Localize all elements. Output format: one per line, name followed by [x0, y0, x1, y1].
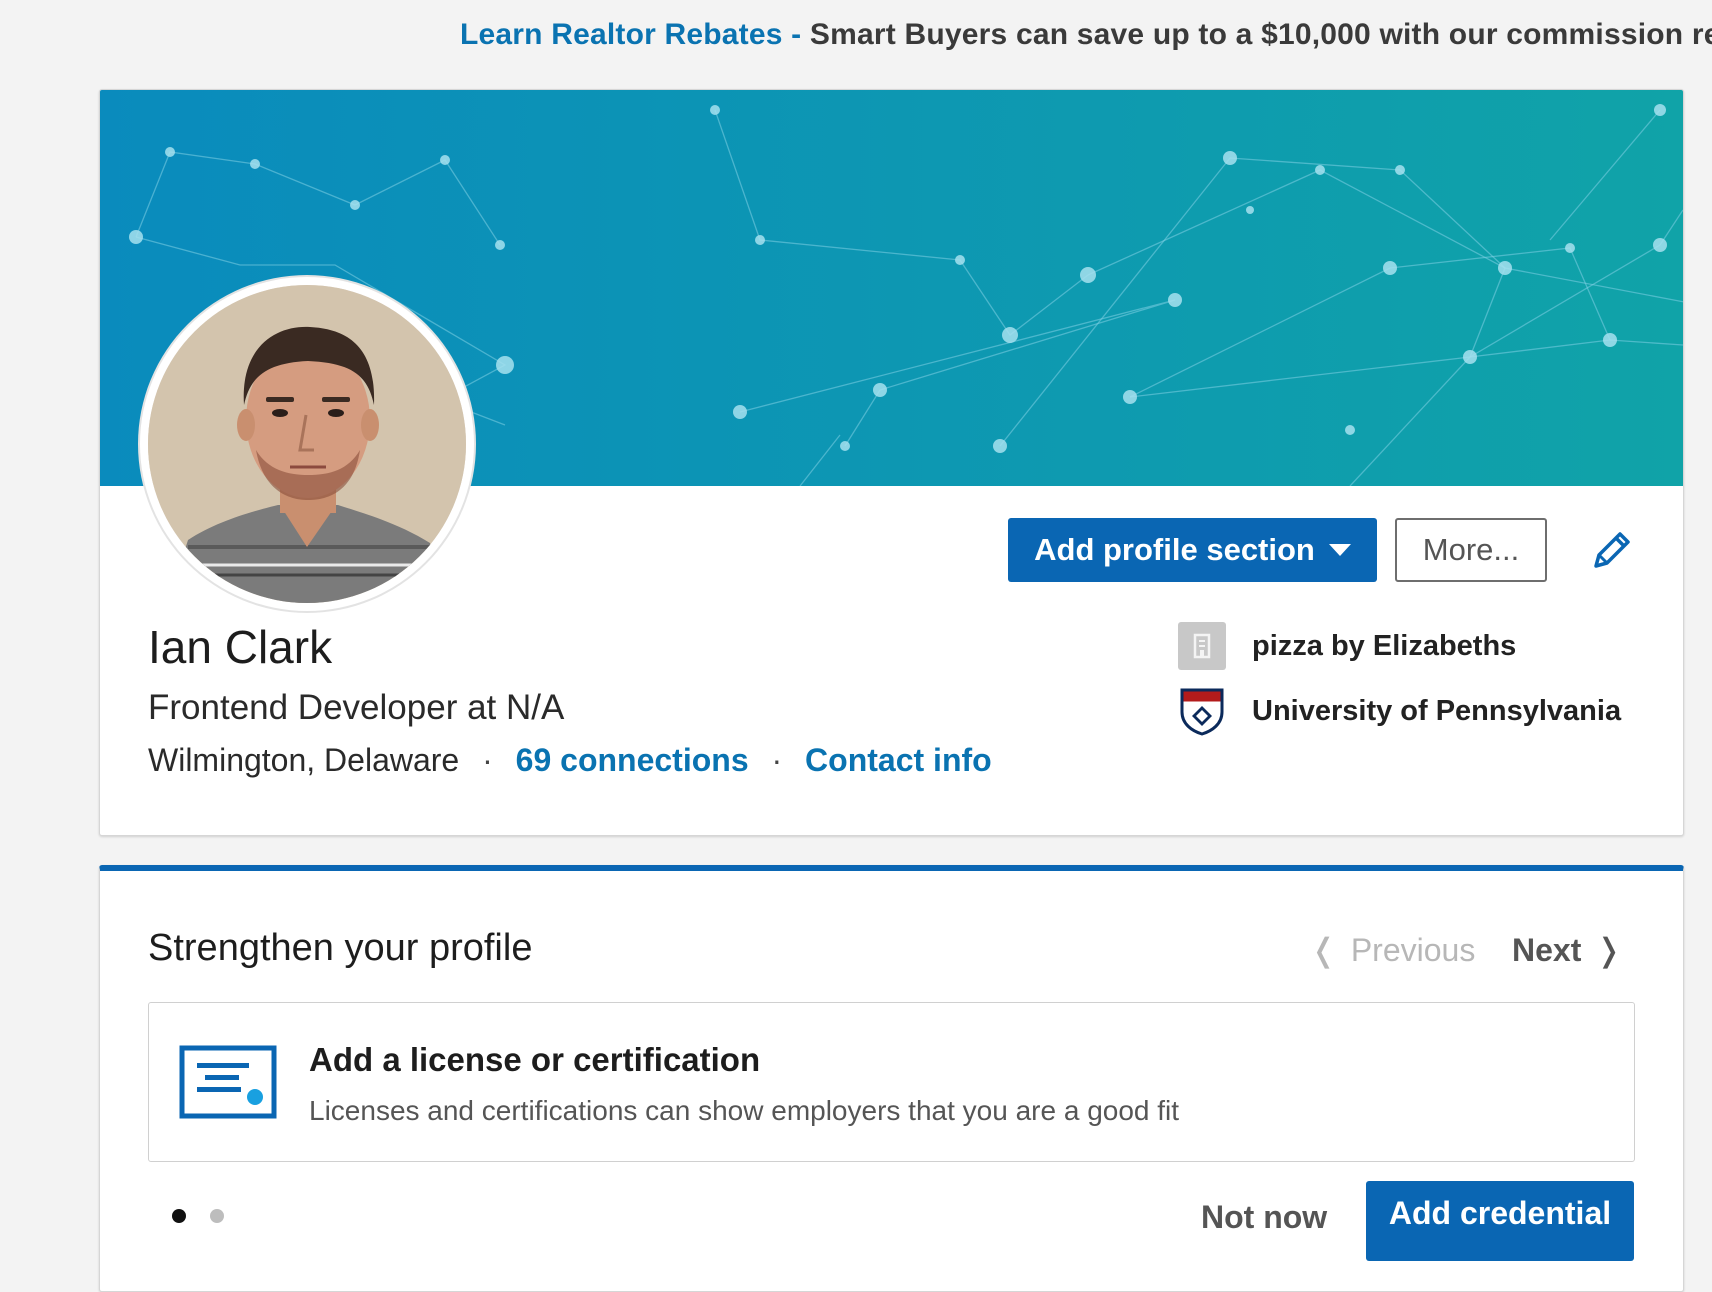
separator: · [771, 742, 783, 778]
ad-link[interactable]: Learn Realtor Rebates - [460, 18, 801, 51]
pagination-dot[interactable] [210, 1209, 224, 1223]
add-credential-button[interactable]: Add credential [1366, 1181, 1634, 1261]
not-now-button[interactable]: Not now [1201, 1199, 1327, 1236]
caret-down-icon [1328, 544, 1351, 556]
current-company[interactable]: pizza by Elizabeths [1178, 622, 1516, 670]
profile-avatar[interactable] [148, 285, 466, 603]
profile-headline: Frontend Developer at N/A [148, 688, 565, 727]
strengthen-profile-card: Strengthen your profile ❬ Previous Next … [99, 865, 1684, 1292]
certificate-icon [179, 1045, 277, 1119]
school[interactable]: University of Pennsylvania [1178, 686, 1621, 736]
previous-button[interactable]: ❬ Previous [1310, 931, 1475, 969]
company-name: pizza by Elizabeths [1252, 629, 1517, 662]
suggestion-card[interactable]: Add a license or certification Licenses … [148, 1002, 1635, 1162]
suggestion-description: Licenses and certifications can show emp… [309, 1095, 1180, 1126]
suggestion-title: Add a license or certification [309, 1041, 761, 1078]
add-profile-section-button[interactable]: Add profile section [1008, 518, 1377, 582]
school-name: University of Pennsylvania [1252, 694, 1622, 727]
profile-meta: Wilmington, Delaware · 69 connections · … [148, 742, 992, 779]
chevron-left-icon: ❬ [1310, 932, 1337, 968]
separator: · [482, 742, 493, 778]
add-credential-label: Add credential [1388, 1195, 1612, 1231]
carousel-pagination [172, 1209, 224, 1223]
next-button[interactable]: Next ❭ [1512, 931, 1622, 969]
strengthen-title: Strengthen your profile [148, 927, 533, 969]
connections-link[interactable]: 69 connections [516, 742, 749, 778]
profile-top-card: Add profile section More... Ian Clark Fr… [99, 89, 1684, 836]
more-button[interactable]: More... [1395, 518, 1547, 582]
school-shield-icon [1180, 688, 1224, 736]
profile-location: Wilmington, Delaware [148, 742, 460, 778]
avatar-photo [148, 285, 466, 603]
pagination-dot-active[interactable] [172, 1209, 186, 1223]
company-building-icon [1178, 622, 1226, 670]
chevron-right-icon: ❭ [1595, 932, 1623, 968]
add-profile-section-label: Add profile section [1034, 532, 1315, 567]
previous-label: Previous [1350, 931, 1476, 968]
next-label: Next [1512, 931, 1582, 968]
contact-info-link[interactable]: Contact info [805, 742, 992, 778]
ad-text: Smart Buyers can save up to a $10,000 wi… [809, 18, 1712, 51]
more-label: More... [1422, 532, 1520, 567]
ad-banner[interactable]: Learn Realtor Rebates - Smart Buyers can… [460, 18, 1712, 52]
pencil-icon[interactable] [1590, 528, 1634, 572]
profile-name: Ian Clark [148, 621, 333, 673]
